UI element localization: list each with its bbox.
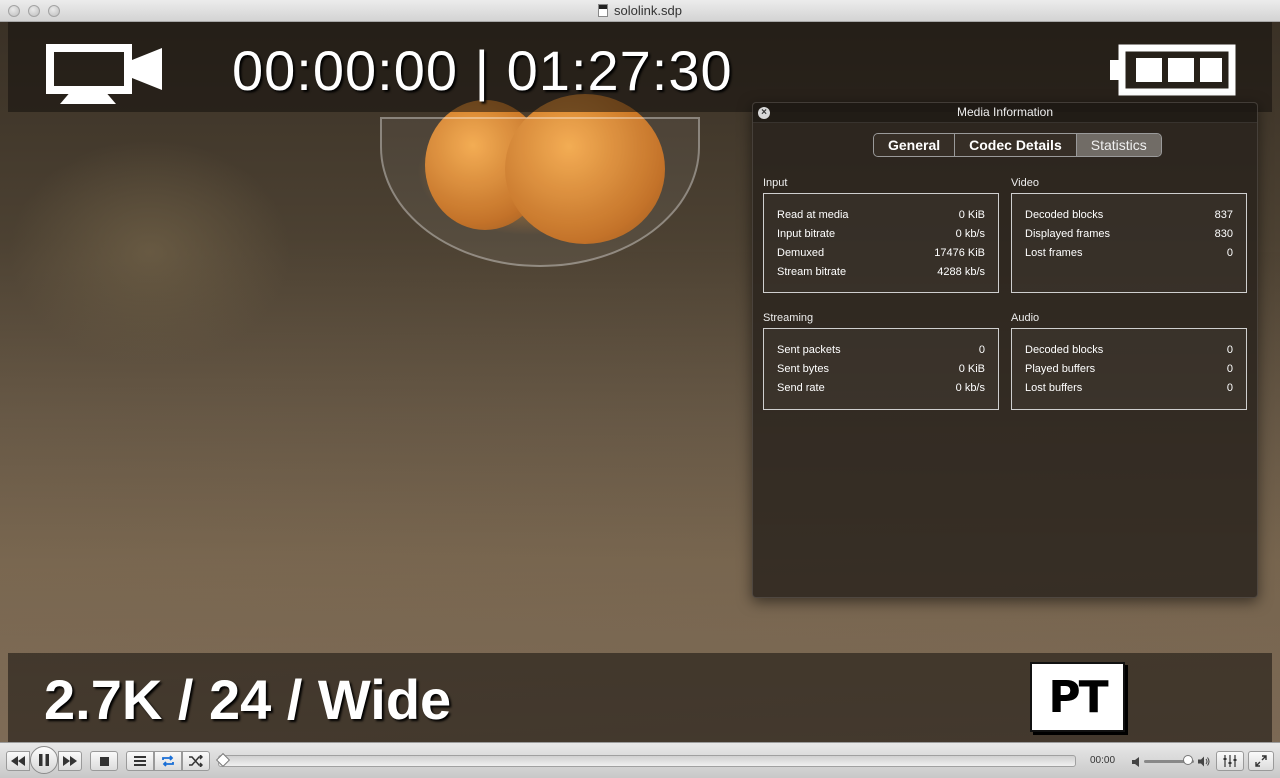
battery-icon	[1110, 44, 1236, 96]
video-content	[380, 117, 700, 267]
stat-name: Input bitrate	[777, 228, 836, 240]
stat-row: Demuxed 17476 KiB	[777, 246, 985, 265]
shuffle-icon	[189, 755, 203, 767]
equalizer-button[interactable]	[1216, 751, 1244, 771]
tab-general[interactable]: General	[874, 134, 956, 156]
stat-value: 17476 KiB	[934, 247, 985, 259]
elapsed-time: 00:00	[1090, 755, 1116, 766]
audio-stats-box: Decoded blocks 0 Played buffers 0 Lost buf…	[1011, 328, 1247, 410]
seek-knob[interactable]	[215, 752, 231, 768]
document-icon	[598, 4, 609, 17]
volume-low-icon[interactable]	[1132, 757, 1140, 767]
stat-row: Decoded blocks 0	[1025, 343, 1233, 362]
pause-button[interactable]	[30, 746, 58, 774]
section-label-video: Video	[1011, 177, 1039, 189]
fast-forward-button[interactable]	[58, 751, 82, 771]
repeat-button[interactable]	[154, 751, 182, 771]
stat-value: 4288 kb/s	[937, 266, 985, 278]
fullscreen-button[interactable]	[1248, 751, 1274, 771]
rewind-button[interactable]	[6, 751, 30, 771]
window-title: sololink.sdp	[0, 3, 1280, 18]
stat-name: Lost buffers	[1025, 382, 1083, 394]
tab-statistics[interactable]: Statistics	[1076, 134, 1161, 156]
stat-name: Lost frames	[1025, 247, 1083, 259]
stat-row: Lost frames 0	[1025, 246, 1233, 265]
stat-row: Send rate 0 kb/s	[777, 381, 985, 400]
stat-value: 0	[978, 344, 985, 356]
info-tabs: General Codec Details Statistics	[873, 133, 1162, 157]
stat-row: Stream bitrate 4288 kb/s	[777, 265, 985, 284]
stat-value: 0	[1226, 363, 1233, 375]
stat-name: Read at media	[777, 209, 849, 221]
stat-row: Sent packets 0	[777, 343, 985, 362]
capture-mode-label: 2.7K / 24 / Wide	[44, 668, 452, 731]
timecode-display: 00:00:00 | 01:27:30	[232, 39, 733, 102]
tab-codec-details[interactable]: Codec Details	[955, 134, 1077, 156]
stat-value: 0 KiB	[958, 209, 985, 221]
close-panel-icon[interactable]: ×	[758, 107, 770, 119]
streaming-stats-box: Sent packets 0 Sent bytes 0 KiB Send rate 0…	[763, 328, 999, 410]
media-information-panel: Media Information × General Codec Detail…	[752, 102, 1258, 598]
stat-row: Displayed frames 830	[1025, 227, 1233, 246]
section-label-audio: Audio	[1011, 312, 1040, 324]
seek-bar[interactable]	[215, 752, 1076, 768]
rewind-icon	[11, 756, 25, 766]
stat-name: Stream bitrate	[777, 266, 847, 278]
window-title-text: sololink.sdp	[614, 3, 682, 18]
playlist-button[interactable]	[126, 751, 154, 771]
stat-value: 0 KiB	[958, 363, 985, 375]
stat-row: Input bitrate 0 kb/s	[777, 227, 985, 246]
fullscreen-icon	[1255, 755, 1267, 767]
stat-name: Displayed frames	[1025, 228, 1110, 240]
stop-icon	[99, 756, 109, 766]
window-titlebar: sololink.sdp	[0, 0, 1280, 22]
stat-value: 0 kb/s	[955, 382, 985, 394]
stat-value: 837	[1214, 209, 1233, 221]
stat-row: Sent bytes 0 KiB	[777, 362, 985, 381]
stat-name: Send rate	[777, 382, 825, 394]
stat-value: 0	[1226, 247, 1233, 259]
stat-name: Demuxed	[777, 247, 825, 259]
stat-row: Read at media 0 KiB	[777, 208, 985, 227]
volume-high-icon[interactable]	[1198, 756, 1210, 767]
playlist-icon	[134, 756, 146, 766]
section-label-input: Input	[763, 177, 788, 189]
stat-row: Decoded blocks 837	[1025, 208, 1233, 227]
playback-controls: 00:00	[0, 742, 1280, 778]
video-camera-icon	[46, 44, 162, 104]
section-label-streaming: Streaming	[763, 312, 814, 324]
shuffle-button[interactable]	[182, 751, 210, 771]
stat-name: Decoded blocks	[1025, 209, 1104, 221]
stat-value: 830	[1214, 228, 1233, 240]
stat-name: Sent packets	[777, 344, 841, 356]
stat-name: Decoded blocks	[1025, 344, 1104, 356]
repeat-icon	[162, 755, 174, 767]
stat-name: Played buffers	[1025, 363, 1096, 375]
pause-icon	[39, 754, 49, 766]
video-stats-box: Decoded blocks 837 Displayed frames 830 Lo…	[1011, 193, 1247, 293]
equalizer-icon	[1223, 755, 1237, 767]
input-stats-box: Read at media 0 KiB Input bitrate 0 kb/s D…	[763, 193, 999, 293]
stat-value: 0	[1226, 344, 1233, 356]
pt-logo: PT	[1030, 662, 1125, 732]
stat-row: Played buffers 0	[1025, 362, 1233, 381]
pt-logo-text: PT	[1048, 671, 1108, 723]
stop-button[interactable]	[90, 751, 118, 771]
fast-forward-icon	[63, 756, 77, 766]
stat-name: Sent bytes	[777, 363, 829, 375]
volume-knob[interactable]	[1182, 755, 1193, 765]
panel-title: Media Information	[753, 103, 1257, 123]
stat-row: Lost buffers 0	[1025, 381, 1233, 400]
stat-value: 0	[1226, 382, 1233, 394]
stat-value: 0 kb/s	[955, 228, 985, 240]
